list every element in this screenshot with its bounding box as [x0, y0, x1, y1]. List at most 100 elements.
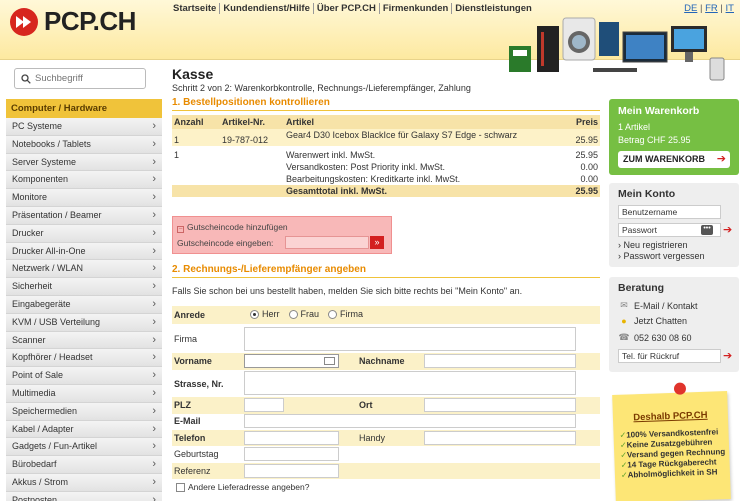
logo-text: PCP.CH [44, 6, 136, 36]
geburtstag-field[interactable] [244, 447, 339, 461]
sidebar-item-label: Scanner [12, 334, 46, 345]
chevron-right-icon: › [152, 137, 156, 150]
register-link[interactable]: › Neu registrieren [618, 240, 688, 250]
chevron-right-icon: › [152, 191, 156, 204]
sidebar-item[interactable]: Gadgets / Fun-Artikel › [6, 438, 162, 457]
sidebar-item[interactable]: Server Systeme › [6, 153, 162, 172]
label-firma: Firma [174, 334, 197, 344]
sidebar-item[interactable]: KVM / USB Verteilung › [6, 313, 162, 332]
register-label: Neu registrieren [623, 240, 688, 250]
chevron-right-icon: › [152, 493, 156, 501]
sidebar-item[interactable]: Netzwerk / WLAN › [6, 260, 162, 279]
search-box[interactable] [14, 68, 146, 89]
item-price: 25.95 [567, 129, 600, 146]
telefon-field[interactable] [244, 431, 339, 445]
other-address-checkbox[interactable] [176, 482, 185, 492]
firma-field[interactable] [244, 327, 576, 351]
sidebar-item[interactable]: Multimedia › [6, 384, 162, 403]
sidebar-item[interactable]: Speichermedien › [6, 402, 162, 421]
voucher-label: Gutscheincode eingeben: [177, 238, 274, 248]
sidebar-item[interactable]: Drucker › [6, 224, 162, 243]
promo-list: 100% Versandkostenfrei Keine Zusatzgebüh… [619, 427, 726, 481]
logo-icon [10, 7, 38, 36]
cart-box: Mein Warenkorb 1 Artikel Betrag CHF 25.9… [609, 99, 739, 175]
vorname-field[interactable] [244, 354, 339, 368]
plz-field[interactable] [244, 398, 284, 412]
callback-field[interactable]: Tel. für Rückruf [618, 349, 721, 363]
chevron-right-icon: › [152, 386, 156, 399]
sidebar-item[interactable]: Notebooks / Tablets › [6, 135, 162, 154]
sidebar-item[interactable]: Bürobedarf › [6, 456, 162, 474]
summary-row: Versandkosten: Post Priority inkl. MwSt.… [172, 161, 600, 173]
password-keyboard-icon[interactable]: ••• [701, 225, 713, 235]
sidebar-item[interactable]: Monitore › [6, 189, 162, 207]
label-nachname: Nachname [359, 356, 405, 366]
chevron-right-icon: › [152, 475, 156, 488]
email-field[interactable] [244, 414, 576, 428]
sidebar-item[interactable]: Point of Sale › [6, 367, 162, 385]
label-strasse: Strasse, Nr. [174, 379, 224, 389]
handy-field[interactable] [424, 431, 576, 445]
checkout-main: Kasse Schritt 2 von 2: Warenkorbkontroll… [172, 66, 600, 197]
total-value: 25.95 [567, 185, 600, 197]
form-row-referenz: Referenz [172, 463, 600, 479]
search-input[interactable] [35, 73, 135, 84]
nav-firmenkunden[interactable]: Firmenkunden [380, 3, 453, 14]
voucher-input[interactable] [285, 236, 369, 249]
callback-arrow-icon[interactable]: ➔ [723, 349, 732, 362]
login-arrow-icon[interactable]: ➔ [723, 223, 732, 236]
order-table: Anzahl Artikel-Nr. Artikel Preis 1 19-78… [172, 115, 600, 197]
voucher-toggle[interactable]: − Gutscheincode hinzufügen [177, 222, 288, 233]
sidebar-item[interactable]: Sicherheit › [6, 278, 162, 296]
summary-value: 0.00 [580, 162, 598, 172]
label-ort: Ort [359, 400, 373, 410]
category-sidebar: Computer / Hardware PC Systeme › Notebooks… [6, 99, 162, 501]
referenz-field[interactable] [244, 464, 339, 478]
sidebar-item[interactable]: Präsentation / Beamer › [6, 206, 162, 225]
label-plz: PLZ [174, 400, 191, 410]
sidebar-item-label: Komponenten [12, 174, 69, 185]
support-email-link[interactable]: ✉ E-Mail / Kontakt [618, 300, 697, 311]
sidebar-category-title[interactable]: Computer / Hardware [6, 99, 162, 118]
logo[interactable]: PCP.CH [10, 6, 136, 37]
strasse-field[interactable] [244, 371, 576, 395]
arrow-right-icon: ➔ [716, 153, 726, 165]
ort-field[interactable] [424, 398, 576, 412]
go-to-cart-button[interactable]: ZUM WARENKORB ➔ [618, 151, 730, 168]
item-desc[interactable]: Gear4 D30 Icebox BlackIce für Galaxy S7 … [284, 129, 568, 146]
other-address-option[interactable]: Andere Lieferadresse angeben? [176, 482, 309, 492]
radio-firma[interactable] [328, 309, 338, 319]
sidebar-item[interactable]: Eingabegeräte › [6, 295, 162, 314]
nav-ueber[interactable]: Über PCP.CH [314, 3, 380, 14]
total-label: Gesamttotal inkl. MwSt. [284, 185, 568, 197]
sidebar-item[interactable]: Komponenten › [6, 171, 162, 190]
promo-title[interactable]: Deshalb PCP.CH [613, 409, 728, 424]
summary-value: 0.00 [580, 174, 598, 184]
chevron-right-icon: › [152, 297, 156, 310]
voucher-submit-button[interactable]: » [370, 236, 384, 249]
col-qty: Anzahl [172, 115, 220, 129]
nav-startseite[interactable]: Startseite [173, 3, 221, 14]
forgot-password-link[interactable]: › Passwort vergessen [618, 251, 705, 261]
support-chat-link[interactable]: ● Jetzt Chatten [618, 316, 687, 326]
chevron-right-icon: › [152, 458, 156, 471]
sidebar-item[interactable]: Scanner › [6, 331, 162, 350]
radio-herr[interactable] [250, 309, 259, 319]
summary-row: Bearbeitungskosten: Kreditkarte inkl. Mw… [172, 173, 600, 185]
radio-frau[interactable] [288, 309, 298, 319]
form-row-email: E-Mail [172, 414, 600, 429]
sidebar-item[interactable]: Drucker All-in-One › [6, 242, 162, 261]
sidebar-item-label: Präsentation / Beamer [12, 209, 102, 220]
other-address-label: Andere Lieferadresse angeben? [188, 482, 310, 492]
login-hint: Falls Sie schon bei uns bestellt haben, … [172, 286, 523, 296]
sidebar-item[interactable]: PC Systeme › [6, 118, 162, 136]
sidebar-item[interactable]: Postposten › [6, 491, 162, 501]
username-field[interactable]: Benutzername [618, 205, 721, 219]
form-row-firma: Firma [172, 325, 600, 352]
nav-kundendienst[interactable]: Kundendienst/Hilfe [220, 3, 314, 14]
chevron-right-icon: › [152, 244, 156, 257]
sidebar-item[interactable]: Akkus / Strom › [6, 473, 162, 492]
nachname-field[interactable] [424, 354, 576, 368]
sidebar-item[interactable]: Kopfhörer / Headset › [6, 349, 162, 368]
sidebar-item[interactable]: Kabel / Adapter › [6, 420, 162, 439]
